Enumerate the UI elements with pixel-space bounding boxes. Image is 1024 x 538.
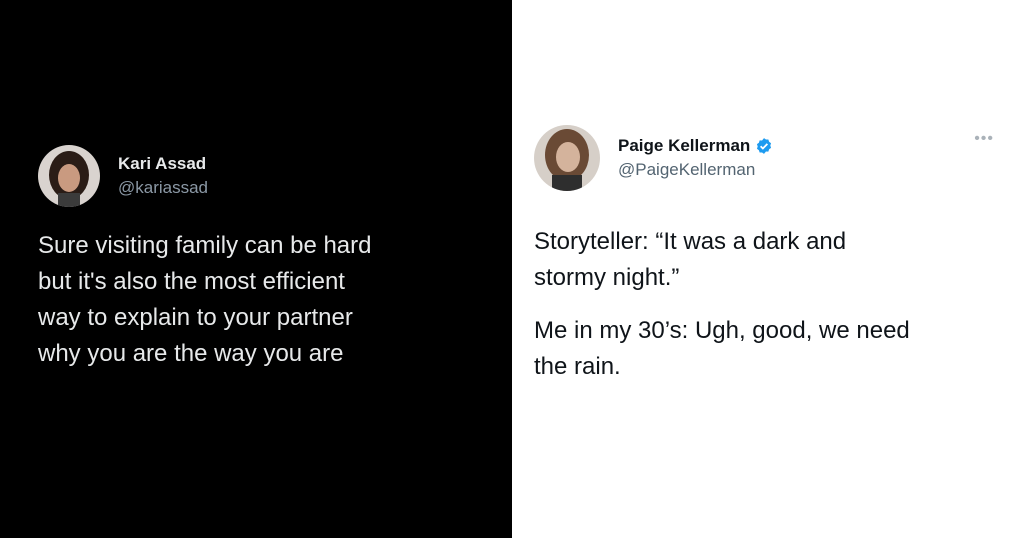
more-options-icon[interactable]: •••	[974, 130, 994, 148]
tweet-card-kari: Kari Assad @kariassad Sure visiting fami…	[0, 0, 512, 538]
tweet-text-paragraph-2: Me in my 30’s: Ugh, good, we need the ra…	[534, 317, 910, 380]
author-handle[interactable]: @PaigeKellerman	[618, 159, 773, 181]
avatar[interactable]	[534, 125, 600, 191]
verified-badge-icon	[755, 137, 773, 155]
tweet-text: Sure visiting family can be hard but it'…	[38, 232, 372, 367]
tweet-header: Kari Assad @kariassad	[38, 145, 208, 207]
avatar[interactable]	[38, 145, 100, 207]
author-name[interactable]: Paige Kellerman	[618, 135, 750, 157]
author-name[interactable]: Kari Assad	[118, 153, 208, 175]
tweet-header: Paige Kellerman @PaigeKellerman	[534, 125, 773, 191]
author-handle[interactable]: @kariassad	[118, 177, 208, 199]
tweet-text-paragraph-1: Storyteller: “It was a dark and stormy n…	[534, 228, 847, 291]
tweet-card-paige: Paige Kellerman @PaigeKellerman ••• Stor…	[512, 0, 1024, 538]
